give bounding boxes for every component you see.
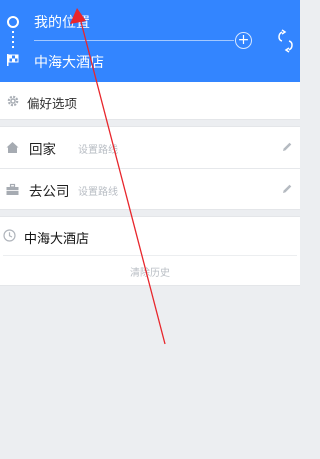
clear-history-button[interactable]: 清除历史 — [0, 264, 300, 279]
history-item[interactable]: 中海大酒店 — [24, 228, 89, 247]
route-home-hint: 设置路线 — [78, 145, 118, 156]
clock-icon — [3, 229, 16, 242]
origin-dot-icon — [7, 16, 19, 28]
pencil-icon[interactable] — [281, 183, 293, 195]
field-divider — [34, 40, 234, 41]
route-header: 我的位置 中海大酒店 + — [0, 0, 300, 82]
add-waypoint-button[interactable]: + — [235, 32, 252, 49]
preferences-label: 偏好选项 — [27, 96, 78, 111]
history-divider — [3, 255, 297, 256]
briefcase-icon — [6, 183, 19, 195]
route-home-label: 回家 — [29, 142, 56, 158]
route-home[interactable]: 回家 设置路线 — [0, 127, 300, 169]
pencil-icon[interactable] — [281, 141, 293, 153]
route-work-label: 去公司 — [29, 184, 70, 200]
gear-icon — [7, 95, 19, 107]
route-work[interactable]: 去公司 设置路线 — [0, 169, 300, 211]
route-work-hint: 设置路线 — [78, 187, 118, 198]
saved-routes: 回家 设置路线 去公司 设置路线 — [0, 126, 300, 210]
destination-field[interactable]: 中海大酒店 — [34, 52, 104, 72]
preferences-row[interactable]: 偏好选项 — [0, 82, 300, 120]
origin-field[interactable]: 我的位置 — [34, 12, 90, 32]
search-history: 中海大酒店 清除历史 — [0, 216, 300, 286]
swap-icon[interactable] — [277, 28, 295, 54]
route-connector — [12, 31, 14, 51]
home-icon — [6, 142, 19, 153]
destination-flag-icon — [7, 54, 19, 66]
